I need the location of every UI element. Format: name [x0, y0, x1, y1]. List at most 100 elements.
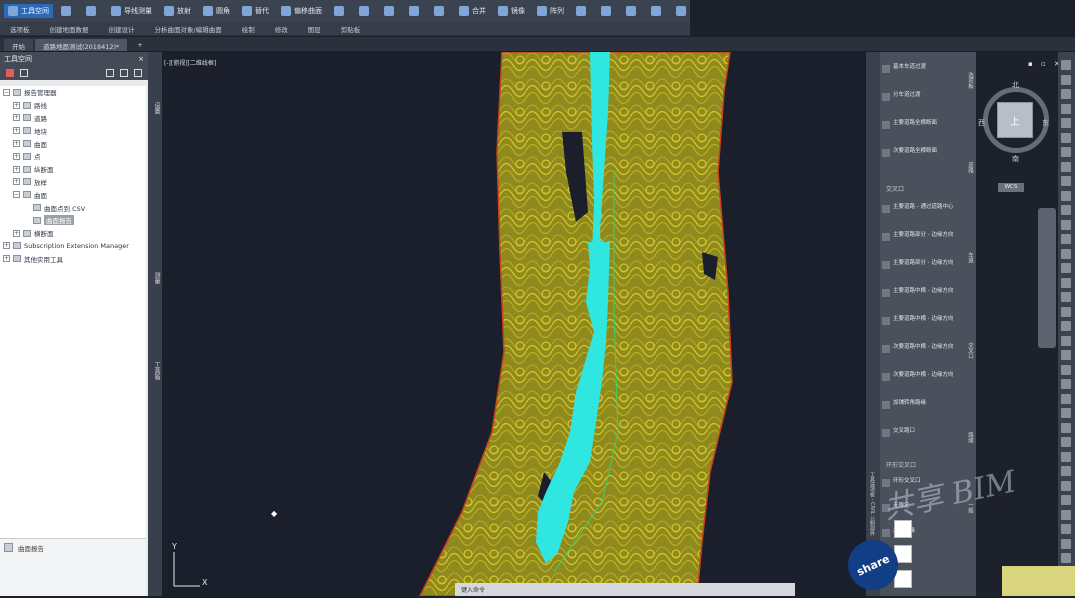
toolbar-tool-icon[interactable]: [1061, 74, 1071, 85]
ribbon-button-4[interactable]: 放射: [160, 4, 195, 18]
toolbar-tool-icon[interactable]: [1061, 292, 1071, 302]
toolbar-tool-icon[interactable]: [1061, 524, 1071, 534]
wcs-menu[interactable]: WCS: [998, 183, 1024, 192]
navigation-bar[interactable]: [1038, 208, 1056, 348]
palette-tab[interactable]: 道路: [962, 162, 974, 173]
toolbar-tool-icon[interactable]: [1061, 379, 1071, 389]
toolbar-tool-icon[interactable]: [1061, 132, 1071, 143]
expand-icon[interactable]: +: [13, 229, 20, 237]
filter-icon[interactable]: [6, 69, 14, 77]
toolbar-tool-icon[interactable]: [1061, 451, 1071, 462]
ribbon-button-9[interactable]: [355, 4, 376, 18]
tree-item[interactable]: 曲面报告: [0, 214, 146, 227]
toolbar-tool-icon[interactable]: [1061, 60, 1071, 70]
expand-icon[interactable]: +: [13, 101, 20, 109]
palette-tool[interactable]: 主要道路中横 - 边缘方向: [882, 288, 962, 297]
tab-drawing[interactable]: 道路地面测试(2018412)*: [35, 39, 128, 51]
palette-tab[interactable]: 车道: [962, 252, 974, 263]
toolbar-tool-icon[interactable]: [1061, 437, 1071, 447]
collapse-icon[interactable]: [20, 69, 28, 77]
expand-icon[interactable]: +: [3, 255, 10, 263]
ribbon-panel-title[interactable]: 分析曲面对象/编辑曲面: [145, 24, 232, 34]
palette-tool[interactable]: 主要道路部分 - 边缘方向: [882, 232, 962, 241]
toolbar-tool-icon[interactable]: [1061, 480, 1071, 491]
side-tab-settings[interactable]: 设置: [152, 102, 161, 114]
toolbar-tool-icon[interactable]: [1061, 321, 1071, 331]
tree-item[interactable]: + 地块: [0, 124, 146, 137]
toolbar-tool-icon[interactable]: [1061, 176, 1071, 186]
ribbon-button-14[interactable]: 镜像: [494, 4, 529, 18]
palette-tool[interactable]: 主要道路全横断面: [882, 120, 962, 129]
toolbar-tool-icon[interactable]: [1061, 422, 1071, 433]
help-icon[interactable]: [134, 69, 142, 77]
command-line[interactable]: 键入命令: [455, 583, 795, 596]
ribbon-button-15[interactable]: 阵列: [533, 4, 568, 18]
ribbon-button-0[interactable]: 工具空间: [4, 4, 53, 18]
toolbar-tool-icon[interactable]: [1061, 393, 1071, 404]
toolbar-tool-icon[interactable]: [1061, 161, 1071, 172]
ribbon-button-6[interactable]: 替代: [238, 4, 273, 18]
palette-tool[interactable]: 主要道路中横 - 边缘方向: [882, 316, 962, 325]
expand-icon[interactable]: −: [3, 88, 10, 96]
toolbar-tool-icon[interactable]: [1061, 408, 1071, 418]
tree-item[interactable]: + 放样: [0, 176, 146, 189]
tree-item[interactable]: − 曲面: [0, 188, 146, 201]
toolbar-tool-icon[interactable]: [1061, 495, 1071, 505]
properties-icon[interactable]: [120, 69, 128, 77]
ribbon-button-11[interactable]: [405, 4, 426, 18]
palette-tool[interactable]: 分车道过渡: [882, 92, 962, 101]
expand-icon[interactable]: +: [13, 152, 20, 160]
tree-item[interactable]: + 曲面: [0, 137, 146, 150]
expand-icon[interactable]: +: [13, 165, 20, 173]
toolbar-tool-icon[interactable]: [1061, 553, 1071, 563]
toolbar-tool-icon[interactable]: [1061, 350, 1071, 360]
compass-east[interactable]: 东: [1042, 118, 1049, 128]
toolbar-tool-icon[interactable]: [1061, 234, 1071, 244]
toolbar-tool-icon[interactable]: [1061, 205, 1071, 215]
tree-item[interactable]: + Subscription Extension Manager: [0, 240, 146, 253]
ribbon-panel-title[interactable]: 剪贴板: [331, 24, 371, 34]
compass-north[interactable]: 北: [1012, 80, 1019, 90]
tree-item[interactable]: + 路线: [0, 99, 146, 112]
palette-tool[interactable]: 主要道路 - 通过道路中心: [882, 204, 962, 213]
ribbon-button-3[interactable]: 导线测量: [107, 4, 156, 18]
compass-west[interactable]: 西: [978, 118, 985, 128]
tree-item[interactable]: + 道路: [0, 112, 146, 125]
toolbar-tool-icon[interactable]: [1061, 509, 1071, 520]
toolbar-tool-icon[interactable]: [1061, 89, 1071, 99]
palette-tool[interactable]: 次要道路全横断面: [882, 148, 962, 157]
ribbon-button-7[interactable]: 偏移曲面: [277, 4, 326, 18]
ribbon-button-10[interactable]: [380, 4, 401, 18]
ribbon-button-18[interactable]: [622, 4, 643, 18]
drawing-canvas[interactable]: [162, 52, 866, 596]
toolbar-tool-icon[interactable]: [1061, 248, 1071, 259]
settings-icon[interactable]: [106, 69, 114, 77]
palette-tool[interactable]: 主要道路部分 - 边缘方向: [882, 260, 962, 269]
expand-icon[interactable]: +: [13, 114, 20, 122]
ribbon-panel-title[interactable]: 绘制: [232, 24, 265, 34]
palette-tool[interactable]: 次要道路中横 - 边缘方向: [882, 372, 962, 381]
ribbon-panel-title[interactable]: 选项板: [0, 24, 40, 34]
expand-icon[interactable]: +: [13, 127, 20, 135]
palette-tab[interactable]: 交叉口: [962, 342, 974, 359]
new-tab-button[interactable]: +: [129, 39, 150, 51]
tree-item[interactable]: − 报告管理器: [0, 86, 146, 99]
toolbar-tool-icon[interactable]: [1061, 306, 1071, 317]
ribbon-button-17[interactable]: [597, 4, 618, 18]
ribbon-panel-title[interactable]: 创建地面数据: [40, 24, 99, 34]
tree-item[interactable]: + 点: [0, 150, 146, 163]
viewcube-top-face[interactable]: 上: [997, 102, 1033, 138]
tree-item[interactable]: + 横断面: [0, 227, 146, 240]
toolbar-tool-icon[interactable]: [1061, 147, 1071, 157]
ribbon-button-16[interactable]: [572, 4, 593, 18]
close-icon[interactable]: ×: [138, 55, 144, 63]
tab-start[interactable]: 开始: [4, 39, 33, 51]
toolbar-tool-icon[interactable]: [1061, 103, 1071, 114]
toolbar-tool-icon[interactable]: [1061, 190, 1071, 201]
toolbar-tool-icon[interactable]: [1061, 335, 1071, 346]
toolbar-tool-icon[interactable]: [1061, 219, 1071, 230]
ribbon-button-1[interactable]: [57, 4, 78, 18]
ribbon-panel-title[interactable]: 修改: [265, 24, 298, 34]
toolbar-tool-icon[interactable]: [1061, 118, 1071, 128]
palette-tool[interactable]: 基本车道过渡: [882, 64, 962, 73]
